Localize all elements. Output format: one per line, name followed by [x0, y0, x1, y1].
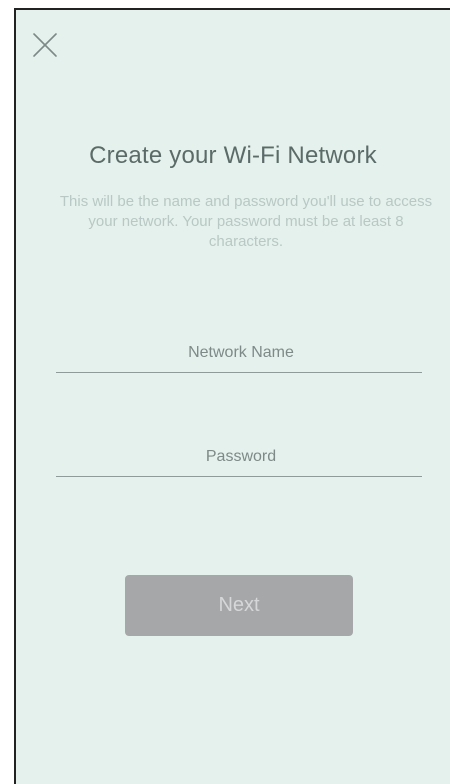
next-button[interactable]: Next — [125, 575, 353, 636]
password-input[interactable] — [56, 436, 426, 478]
page-description: This will be the name and password you'l… — [59, 193, 433, 250]
setup-screen: Create your Wi-Fi Network This will be t… — [14, 8, 450, 784]
network-name-field — [56, 332, 426, 374]
page-title: Create your Wi-Fi Network — [89, 142, 377, 169]
network-name-input[interactable] — [56, 332, 426, 374]
close-icon — [33, 33, 57, 57]
password-field — [56, 436, 426, 478]
close-button[interactable] — [30, 30, 60, 60]
